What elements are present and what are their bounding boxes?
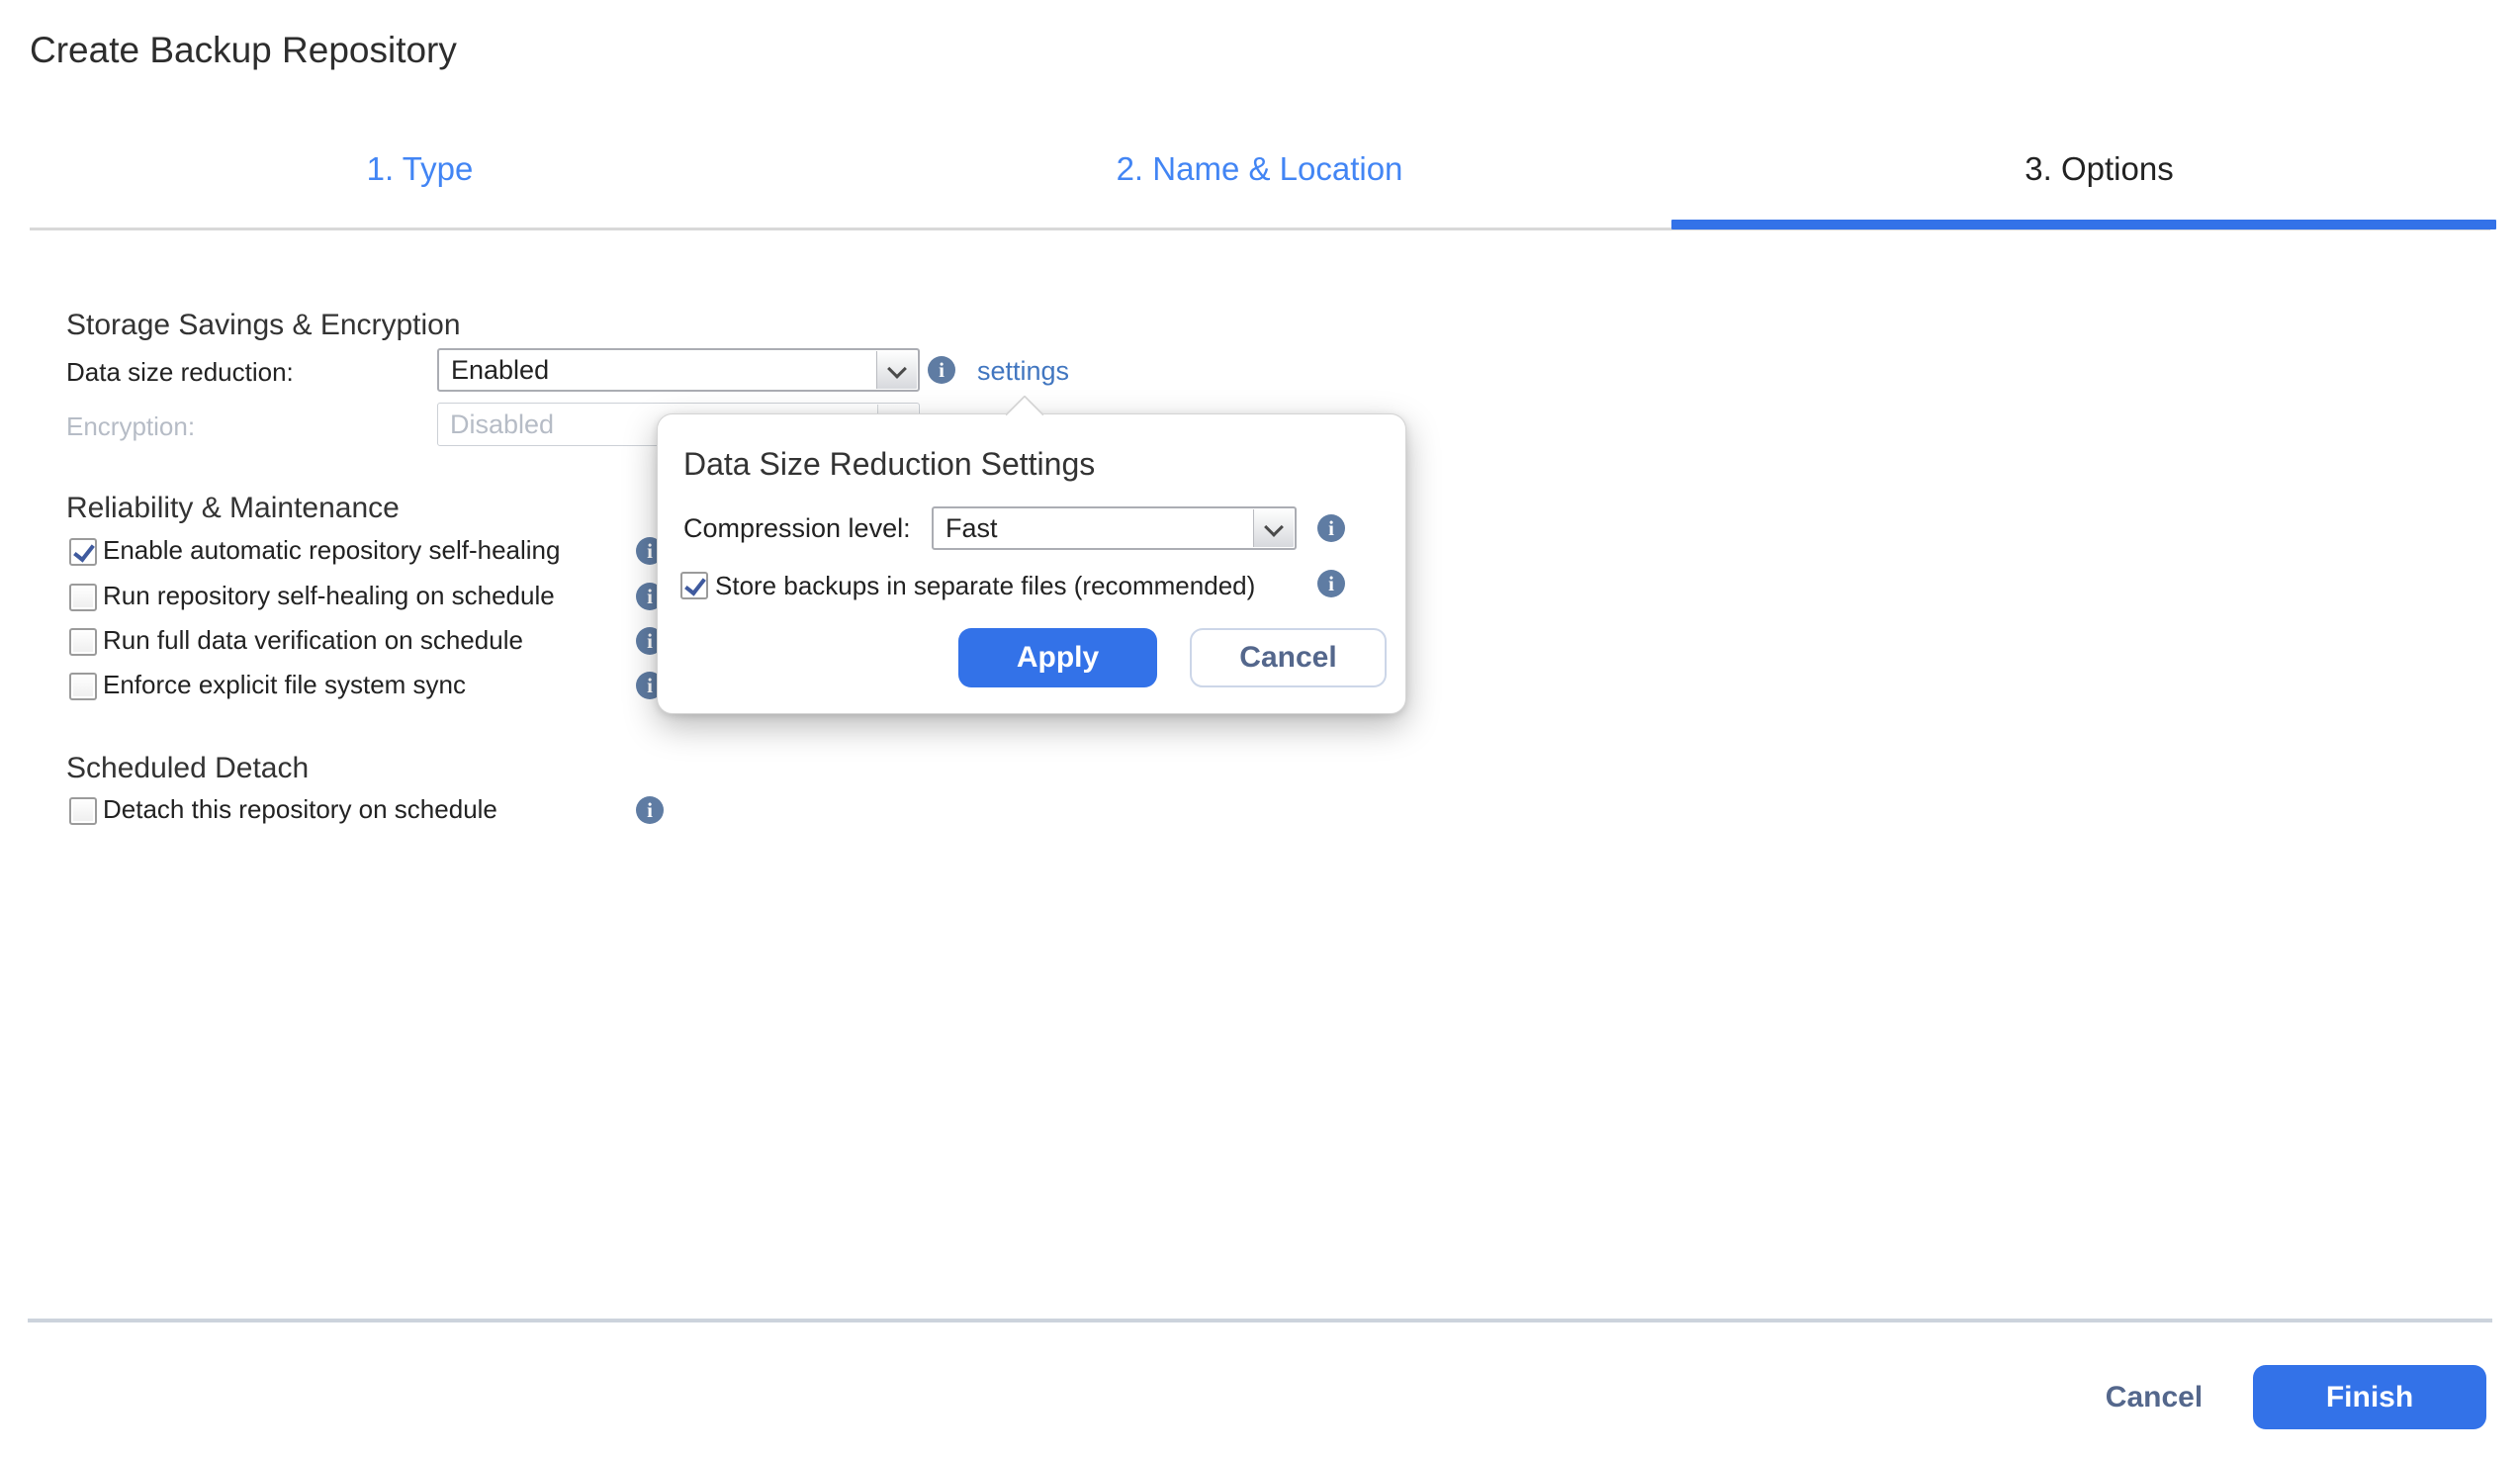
detach-section-heading: Scheduled Detach: [66, 752, 309, 785]
info-icon[interactable]: i: [1317, 570, 1345, 597]
finish-button[interactable]: Finish: [2253, 1365, 2486, 1429]
reliability-section-heading: Reliability & Maintenance: [66, 492, 400, 525]
apply-button[interactable]: Apply: [958, 628, 1157, 687]
data-verification-checkbox[interactable]: [69, 628, 97, 656]
data-size-reduction-value: Enabled: [451, 350, 549, 390]
self-healing-label: Enable automatic repository self-healing: [103, 535, 560, 566]
data-size-reduction-select[interactable]: Enabled: [437, 348, 920, 392]
info-icon[interactable]: i: [1317, 514, 1345, 542]
compression-level-select[interactable]: Fast: [932, 506, 1297, 550]
info-icon[interactable]: i: [928, 356, 955, 384]
detach-schedule-label: Detach this repository on schedule: [103, 794, 497, 825]
tab-name-location[interactable]: 2. Name & Location: [840, 150, 1679, 188]
cancel-button[interactable]: Cancel: [2095, 1381, 2213, 1414]
compression-level-label: Compression level:: [683, 513, 911, 544]
tab-options[interactable]: 3. Options: [1679, 150, 2519, 188]
encryption-value: Disabled: [450, 404, 554, 445]
create-backup-repository-wizard: Create Backup Repository 1. Type 2. Name…: [0, 0, 2520, 1458]
self-healing-checkbox[interactable]: [69, 538, 97, 566]
page-title: Create Backup Repository: [30, 30, 457, 71]
self-healing-schedule-label: Run repository self-healing on schedule: [103, 581, 555, 611]
detach-schedule-checkbox[interactable]: [69, 797, 97, 825]
chevron-down-icon[interactable]: [1253, 509, 1294, 547]
popover-caret: [1005, 395, 1044, 434]
separate-files-label: Store backups in separate files (recomme…: [715, 571, 1255, 601]
active-tab-underline: [1671, 220, 2496, 229]
self-healing-schedule-checkbox[interactable]: [69, 584, 97, 611]
compression-level-value: Fast: [945, 508, 998, 548]
file-system-sync-checkbox[interactable]: [69, 673, 97, 700]
data-size-reduction-settings-popover: Data Size Reduction Settings Compression…: [657, 413, 1406, 714]
popover-cancel-button[interactable]: Cancel: [1190, 628, 1387, 687]
file-system-sync-label: Enforce explicit file system sync: [103, 670, 466, 700]
tab-type[interactable]: 1. Type: [0, 150, 840, 188]
footer-divider: [28, 1319, 2492, 1322]
storage-section-heading: Storage Savings & Encryption: [66, 309, 461, 342]
popover-title: Data Size Reduction Settings: [683, 446, 1095, 483]
encryption-label: Encryption:: [66, 411, 195, 442]
settings-link[interactable]: settings: [977, 356, 1069, 387]
data-verification-label: Run full data verification on schedule: [103, 625, 523, 656]
data-size-reduction-label: Data size reduction:: [66, 357, 294, 388]
separate-files-checkbox[interactable]: [680, 572, 708, 599]
info-icon[interactable]: i: [636, 796, 664, 824]
chevron-down-icon[interactable]: [876, 351, 917, 389]
